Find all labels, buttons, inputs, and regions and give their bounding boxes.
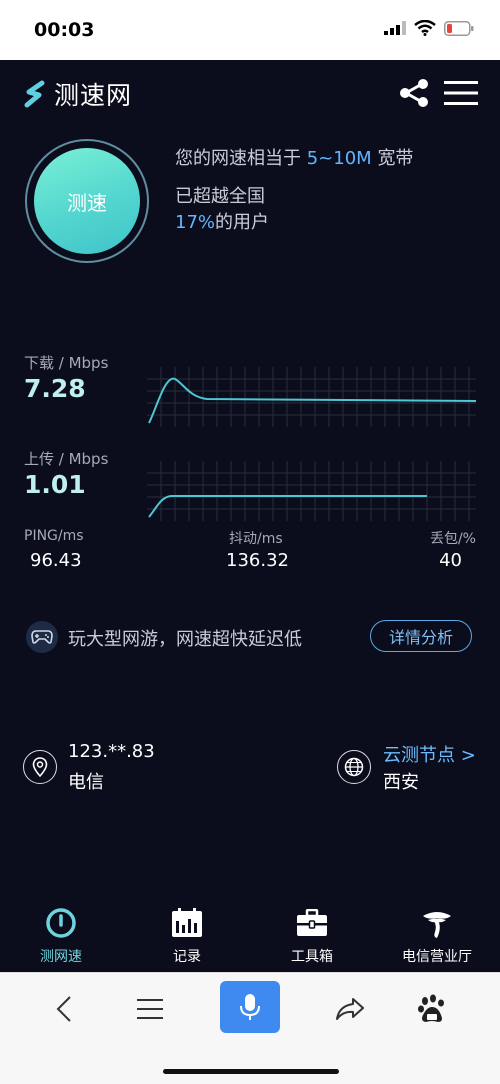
- globe-icon: [337, 750, 371, 784]
- location-pin-icon: [23, 750, 57, 784]
- upload-graph: [147, 461, 476, 521]
- summary-percent: 17%: [175, 212, 216, 233]
- upload-label: 上传 / Mbps: [24, 450, 109, 468]
- loss-value: 40: [439, 550, 462, 571]
- tab-label: 工具箱: [291, 949, 333, 965]
- share-icon[interactable]: [398, 78, 430, 108]
- summary-line-2: 已超越全国: [175, 186, 265, 207]
- summary-bandwidth: 5~10M: [306, 148, 372, 169]
- home-indicator: [163, 1069, 339, 1074]
- back-button[interactable]: [34, 983, 94, 1035]
- browser-toolbar: [0, 972, 500, 1084]
- jitter-label: 抖动/ms: [229, 531, 283, 547]
- app-name: 测速网: [54, 81, 133, 110]
- tab-toolbox[interactable]: 工具箱: [257, 906, 367, 966]
- ip-address: 123.**.83: [68, 741, 155, 762]
- share-forward-button[interactable]: [320, 983, 380, 1035]
- menu-lines-icon: [137, 999, 163, 1019]
- microphone-icon: [240, 994, 260, 1020]
- status-time: 00:03: [34, 19, 95, 41]
- tab-label: 测网速: [40, 949, 82, 965]
- bottom-tab-bar: 测网速 记录 工具箱 电信营业厅: [0, 896, 500, 972]
- chevron-left-icon: [56, 996, 71, 1022]
- app-header: 测速网: [0, 60, 500, 124]
- voice-search-button[interactable]: [220, 981, 280, 1033]
- menu-button[interactable]: [120, 983, 180, 1035]
- speed-summary: 您的网速相当于 5~10M 宽带 已超越全国 17%的用户: [175, 146, 413, 236]
- menu-icon[interactable]: [444, 80, 478, 106]
- tab-label: 电信营业厅: [402, 949, 472, 965]
- node-city: 西安: [383, 772, 419, 793]
- summary-suffix: 宽带: [377, 148, 414, 169]
- jitter-value: 136.32: [226, 550, 289, 571]
- isp-name: 电信: [68, 772, 104, 793]
- tab-records[interactable]: 记录: [132, 906, 242, 966]
- cloud-node-link[interactable]: 云测节点 >: [383, 741, 476, 767]
- app-screen: 测速网 测速 您的网速相当于 5~10M 宽带 已超越全国 17%的用户 下载 …: [0, 60, 500, 972]
- summary-prefix: 您的网速相当于: [175, 148, 301, 169]
- app-logo: 测速网: [22, 76, 132, 112]
- gauge-label: 测速: [67, 190, 107, 215]
- signal-icon: [384, 21, 406, 35]
- tab-telecom-hall[interactable]: 电信营业厅: [382, 906, 492, 966]
- ping-value: 96.43: [30, 550, 82, 571]
- speed-test-gauge[interactable]: 测速: [25, 139, 149, 263]
- baidu-paw-icon: [418, 994, 444, 1022]
- calendar-icon: [172, 908, 202, 937]
- gamepad-icon: [26, 621, 58, 653]
- baidu-button[interactable]: [402, 983, 462, 1035]
- speedometer-icon: [46, 908, 76, 938]
- status-bar: 00:03: [0, 0, 500, 60]
- detail-analysis-button[interactable]: 详情分析: [370, 620, 472, 652]
- summary-users: 的用户: [215, 212, 270, 233]
- upload-grid: [147, 461, 476, 521]
- summary-line-1: 您的网速相当于 5~10M 宽带: [175, 146, 413, 172]
- logo-s-icon: [24, 80, 45, 108]
- toolbox-icon: [297, 909, 327, 936]
- summary-line-3: 17%的用户: [175, 210, 413, 236]
- tab-speed-test[interactable]: 测网速: [6, 906, 116, 966]
- telecom-logo-icon: [423, 912, 451, 938]
- status-icons: [384, 20, 474, 36]
- tab-label: 记录: [173, 949, 201, 965]
- download-graph: [147, 367, 476, 427]
- promo-text: 玩大型网游，网速超快延迟低: [68, 629, 302, 650]
- speed-test-button[interactable]: 测速: [34, 148, 140, 254]
- loss-label: 丢包/%: [429, 531, 476, 547]
- download-label: 下载 / Mbps: [24, 354, 109, 372]
- upload-value: 1.01: [24, 470, 86, 499]
- forward-arrow-icon: [336, 998, 364, 1020]
- wifi-icon: [414, 20, 436, 36]
- download-value: 7.28: [24, 374, 86, 403]
- battery-icon: [444, 20, 474, 36]
- ping-label: PING/ms: [24, 528, 84, 544]
